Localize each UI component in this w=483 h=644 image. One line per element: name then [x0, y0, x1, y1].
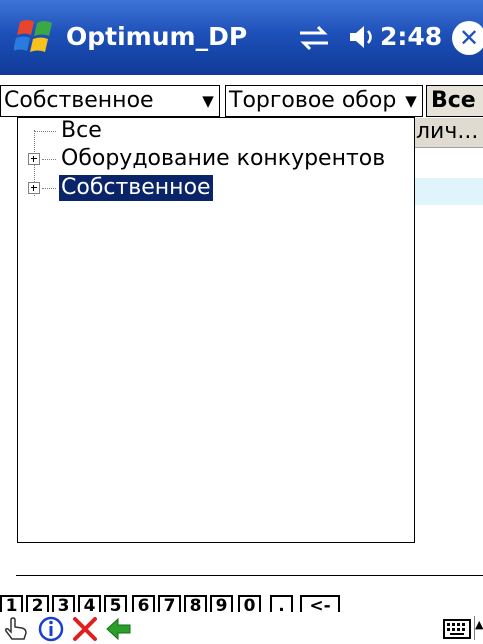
list-selected-row[interactable] [414, 178, 483, 205]
clock[interactable]: 2:48 [380, 22, 442, 51]
title-bar: Optimum_DP 2:48 ✕ [0, 0, 483, 75]
windows-start-icon[interactable] [14, 16, 58, 58]
tree-node-competitor-equipment[interactable]: Оборудование конкурентов [18, 146, 414, 172]
keyboard-icon[interactable] [443, 618, 471, 640]
equipment-type-value: Торговое обор [229, 88, 397, 113]
tree-node-label: Оборудование конкурентов [61, 146, 386, 171]
app-title: Optimum_DP [66, 22, 248, 51]
close-icon[interactable]: ✕ [452, 21, 483, 55]
divider [16, 575, 483, 576]
tree-node-label: Все [61, 118, 102, 143]
expand-icon[interactable] [28, 182, 40, 194]
chevron-down-icon[interactable]: ▼ [199, 86, 217, 116]
hand-icon[interactable] [2, 615, 32, 643]
tree-node-label-selected: Собственное [58, 174, 214, 202]
volume-icon[interactable] [346, 22, 376, 52]
chevron-down-icon[interactable]: ▼ [402, 86, 420, 116]
sync-icon[interactable] [296, 24, 332, 52]
category-tree[interactable]: Все Оборудование конкурентов Собственное [17, 117, 415, 543]
list-column-header[interactable]: лич... [414, 118, 483, 148]
back-arrow-icon[interactable] [104, 615, 134, 643]
tree-node-all[interactable]: Все [18, 118, 414, 144]
sip-arrow-glyph: ▲ [475, 618, 483, 631]
all-button[interactable]: Все [426, 85, 483, 117]
tree-node-own[interactable]: Собственное [18, 174, 414, 202]
expand-icon[interactable] [28, 153, 40, 165]
info-icon[interactable] [36, 615, 66, 643]
command-bar: ▲ [0, 612, 483, 644]
equipment-type-select[interactable]: Торговое обор ▼ [225, 85, 423, 117]
delete-icon[interactable] [70, 615, 100, 643]
owner-filter-select[interactable]: Собственное ▼ [0, 85, 220, 117]
owner-filter-value: Собственное [4, 88, 154, 113]
sip-toggle-icon[interactable]: ▲ [474, 616, 483, 640]
filter-row: Собственное ▼ Торговое обор ▼ Все [0, 85, 483, 117]
